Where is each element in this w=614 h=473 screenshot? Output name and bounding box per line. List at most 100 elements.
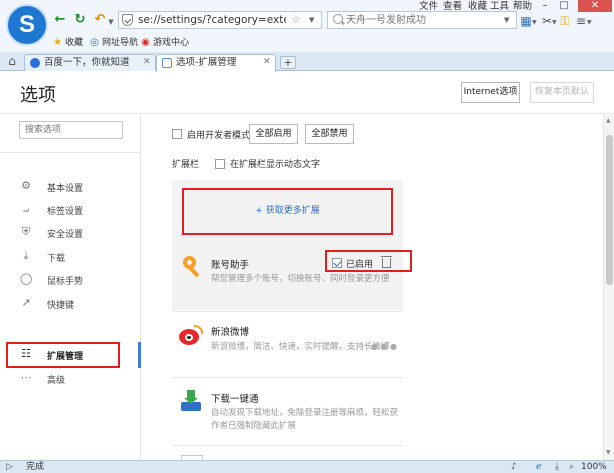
divider	[0, 152, 141, 153]
gear-icon: ⚙	[21, 179, 31, 192]
close-tab-icon[interactable]: ✕	[263, 55, 271, 70]
scroll-thumb[interactable]	[606, 135, 613, 285]
bookmark-star-icon[interactable]: ☆	[291, 13, 301, 26]
chevron-down-icon[interactable]: ▼	[309, 16, 314, 24]
zoom-level[interactable]: 100%	[581, 461, 607, 473]
security-shield-icon[interactable]	[122, 14, 133, 26]
search-icon	[333, 14, 344, 26]
back-icon[interactable]: ←	[52, 12, 68, 28]
home-icon[interactable]: ⌂	[5, 54, 19, 68]
sidebar-item-label: 下载	[47, 254, 66, 264]
sidebar-item-label: 标签设置	[47, 207, 84, 217]
extensions-panel: 启用开发者模式 全部启用 全部禁用 扩展栏 在扩展栏显示动态文字 + 获取更多扩…	[141, 115, 603, 460]
sidebar-toggle-icon[interactable]: ▷	[6, 461, 13, 473]
key-icon	[183, 256, 205, 278]
tab-strip: ⌂ 百度一下，你就知道 ✕ 选项-扩展管理 ✕ +	[0, 52, 614, 72]
settings-search-input[interactable]	[19, 121, 123, 139]
dev-mode-label: 启用开发者模式	[187, 131, 251, 141]
dev-mode-checkbox[interactable]	[172, 129, 182, 139]
sidebar-item-security[interactable]: ⛨ 安全设置	[0, 221, 141, 244]
scroll-down-icon[interactable]: ▼	[606, 449, 611, 456]
fav-collect-label: 收藏	[65, 38, 84, 48]
search-input[interactable]	[346, 13, 496, 28]
extension-name: 下载一键通	[211, 394, 259, 405]
game-icon: ◉	[141, 37, 150, 48]
status-bar: ▷ 完成 ♪ ℯ ⤓ ⌕ 100%	[0, 460, 614, 473]
chevron-down-icon[interactable]: ▼	[107, 14, 115, 30]
internet-options-button[interactable]: Internet选项	[461, 82, 520, 103]
disable-all-button[interactable]: 全部禁用	[305, 124, 354, 144]
fav-game-center-label: 游戏中心	[153, 38, 190, 48]
tab-baidu[interactable]: 百度一下，你就知道 ✕	[24, 54, 156, 71]
minimize-icon[interactable]: –	[538, 0, 552, 12]
menu-icon[interactable]: ≡	[574, 13, 588, 29]
sidebar-item-basic[interactable]: ⚙ 基本设置	[0, 175, 141, 198]
fav-collect[interactable]: ★ 收藏	[52, 37, 83, 49]
extension-desc: 新浪微博，简洁、快速，实时提醒，支持长微博	[211, 342, 390, 352]
zoom-icon[interactable]: ⌕	[569, 461, 574, 473]
scrollbar[interactable]: ▲ ▼	[603, 115, 614, 460]
maximize-icon[interactable]: □	[557, 0, 571, 12]
settings-page: 选项 Internet选项 恢复本页默认 ⚙ 基本设置 ⨼ 标签设置 ⛨ 安全设…	[0, 72, 614, 460]
chevron-down-icon[interactable]: ▼	[532, 15, 537, 31]
new-tab-button[interactable]: +	[280, 56, 296, 69]
highlight-box	[6, 342, 120, 368]
download-icon: ⤓	[23, 249, 29, 262]
tab-extension-settings[interactable]: 选项-扩展管理 ✕	[156, 54, 276, 72]
sidebar-item-label: 安全设置	[47, 230, 84, 240]
sidebar-item-shortcuts[interactable]: ↗ 快捷键	[0, 292, 141, 315]
chevron-down-icon[interactable]: ▼	[504, 16, 509, 24]
sound-icon[interactable]: ♪	[511, 461, 517, 473]
extbar-label: 扩展栏	[172, 160, 200, 170]
address-bar[interactable]: se://settings/?category=extension ☆ ▼	[118, 11, 322, 29]
sidebar-item-download[interactable]: ⤓ 下载	[0, 245, 141, 268]
divider	[172, 377, 403, 378]
search-box[interactable]: ▼	[327, 11, 517, 29]
scroll-up-icon[interactable]: ▲	[606, 117, 611, 124]
sidebar-item-advanced[interactable]: ⋯ 高级	[0, 367, 141, 390]
download-icon[interactable]: ⤓	[555, 461, 559, 473]
shortcut-icon: ↗	[21, 296, 31, 309]
key-icon[interactable]: ⚿	[558, 13, 572, 29]
reset-defaults-button[interactable]: 恢复本页默认	[530, 82, 594, 103]
browser-logo[interactable]: S	[6, 4, 48, 46]
status-text: 完成	[26, 462, 45, 472]
more-options-icon[interactable]: ● ● ●	[371, 342, 397, 351]
chevron-down-icon[interactable]: ▼	[552, 15, 557, 31]
sidebar-item-label: 快捷键	[47, 301, 75, 311]
extension-name: 新浪微博	[211, 327, 250, 338]
tab-icon: ⨼	[22, 202, 30, 215]
menu-help[interactable]: 帮助	[513, 1, 532, 13]
menu-favorites[interactable]: 收藏	[468, 1, 487, 13]
fav-game-center[interactable]: ◉ 游戏中心	[140, 37, 189, 49]
sidebar-item-label: 鼠标手势	[47, 277, 84, 287]
apps-grid-icon[interactable]: ▦	[519, 13, 533, 29]
sidebar-item-tabs[interactable]: ⨼ 标签设置	[0, 198, 141, 221]
undo-close-icon[interactable]: ↶	[92, 12, 108, 28]
mouse-icon: ◯	[20, 272, 33, 285]
menu-view[interactable]: 查看	[443, 1, 462, 13]
extension-name: 账号助手	[211, 260, 250, 271]
browser-toolbar: S ← ↻ ↶ ▼ se://settings/?category=extens…	[0, 0, 614, 52]
tab-label: 选项-扩展管理	[176, 57, 237, 68]
highlight-box	[325, 250, 412, 272]
page-header: 选项 Internet选项 恢复本页默认	[0, 72, 614, 114]
fav-site-nav[interactable]: ◎ 网址导航	[89, 37, 138, 49]
menu-file[interactable]: 文件	[419, 1, 438, 13]
fav-site-nav-label: 网址导航	[102, 38, 139, 48]
dynamic-text-checkbox[interactable]	[215, 159, 225, 169]
sidebar-item-mouse-gesture[interactable]: ◯ 鼠标手势	[0, 268, 141, 291]
refresh-icon[interactable]: ↻	[72, 12, 88, 28]
baidu-icon	[30, 58, 40, 68]
star-icon: ★	[53, 37, 62, 48]
divider	[172, 311, 403, 312]
close-tab-icon[interactable]: ✕	[143, 55, 151, 70]
extension-desc: 帮您管理多个账号，切换账号、同时登录更方便	[211, 274, 390, 284]
chevron-down-icon[interactable]: ▼	[587, 15, 592, 31]
menu-tools[interactable]: 工具	[490, 1, 509, 13]
close-icon[interactable]: ✕	[578, 0, 612, 12]
tab-label: 百度一下，你就知道	[44, 57, 130, 68]
address-text[interactable]: se://settings/?category=extension	[138, 13, 286, 28]
ie-mode-icon[interactable]: ℯ	[536, 461, 541, 473]
enable-all-button[interactable]: 全部启用	[249, 124, 298, 144]
